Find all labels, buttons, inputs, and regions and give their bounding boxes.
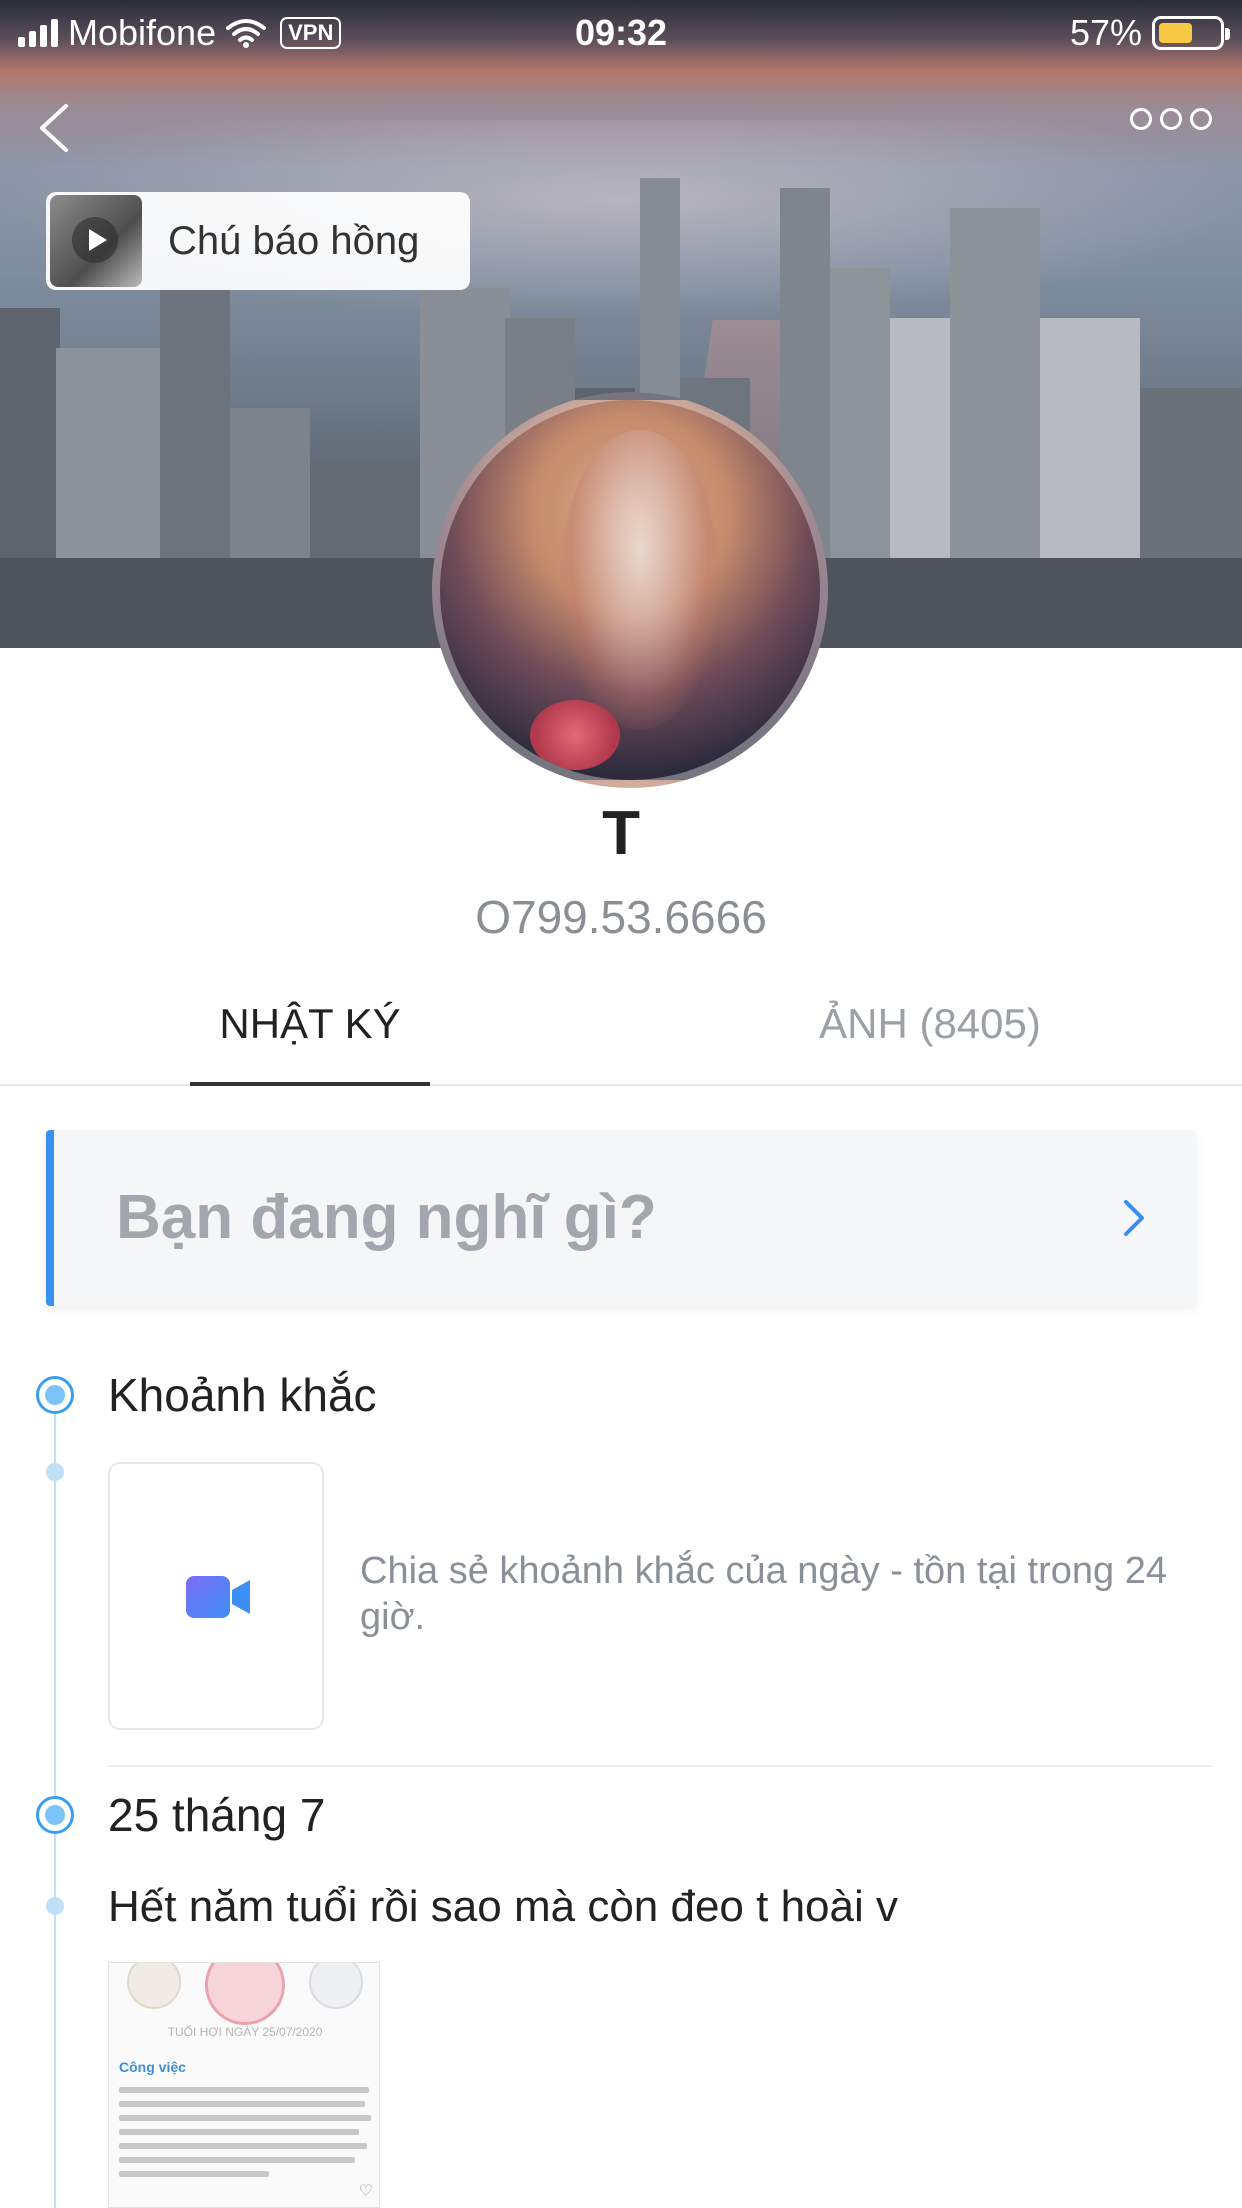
avatar-tattoo-rose [530, 700, 620, 770]
composer-placeholder: Bạn đang nghĩ gì? [116, 1183, 657, 1252]
image-text-line [119, 2129, 359, 2135]
profile-music-chip[interactable]: Chú báo hồng [46, 192, 470, 290]
avatar[interactable] [432, 392, 828, 788]
timeline-node [36, 1376, 74, 1414]
video-camera-icon [186, 1576, 250, 1618]
heart-icon: ♡ [358, 2183, 373, 2200]
image-text-line [119, 2115, 371, 2121]
image-text-line [119, 2171, 269, 2177]
active-tab-indicator [190, 1082, 430, 1086]
play-icon[interactable] [72, 217, 118, 263]
status-composer[interactable]: Bạn đang nghĩ gì? [46, 1130, 1196, 1306]
image-text-line [119, 2087, 369, 2093]
battery-icon [1152, 16, 1230, 50]
image-caption: TUỔI HỢI NGÀY 25/07/2020 [167, 2025, 323, 2039]
zodiac-icon [309, 1963, 363, 2009]
profile-name: T [602, 799, 640, 868]
profile-phone: O799.53.6666 [475, 891, 767, 943]
battery-percent: 57% [1069, 12, 1142, 53]
image-text-line [119, 2101, 365, 2107]
timeline-dot [46, 1463, 64, 1481]
post-text[interactable]: Hết năm tuổi rồi sao mà còn đeo t hoài v [108, 1882, 898, 1932]
image-text-line [119, 2143, 367, 2149]
add-moment-button[interactable] [108, 1462, 324, 1730]
timeline-node [36, 1796, 74, 1834]
clock: 09:32 [574, 12, 668, 53]
tab-diary[interactable]: NHẬT KÝ [190, 1000, 430, 1048]
back-arrow-icon[interactable] [30, 98, 80, 158]
timeline-dot [46, 1897, 64, 1915]
profile-tabs: NHẬT KÝ ẢNH (8405) [0, 980, 1242, 1086]
pig-zodiac-icon [205, 1963, 285, 2025]
avatar-tattoo-detail [560, 430, 720, 730]
battery-fill [1159, 23, 1193, 43]
more-options-icon[interactable] [1130, 108, 1212, 130]
moments-description: Chia sẻ khoảnh khắc của ngày - tồn tại t… [360, 1550, 1167, 1638]
music-title: Chú báo hồng [168, 218, 420, 263]
chevron-right-icon [1124, 1200, 1144, 1236]
image-text-line [119, 2157, 355, 2163]
tab-photos[interactable]: ẢNH (8405) [770, 1000, 1090, 1048]
section-divider [108, 1765, 1212, 1767]
zodiac-icon [127, 1963, 181, 2009]
music-cover-thumbnail [50, 195, 142, 287]
post-image[interactable]: TUỔI HỢI NGÀY 25/07/2020 Công việc ♡ [108, 1962, 380, 2208]
post-date: 25 tháng 7 [108, 1789, 326, 1841]
moments-title: Khoảnh khắc [108, 1369, 377, 1421]
status-bar: Mobifone VPN 09:32 57% [0, 0, 1242, 62]
image-heading: Công việc [119, 2059, 186, 2075]
